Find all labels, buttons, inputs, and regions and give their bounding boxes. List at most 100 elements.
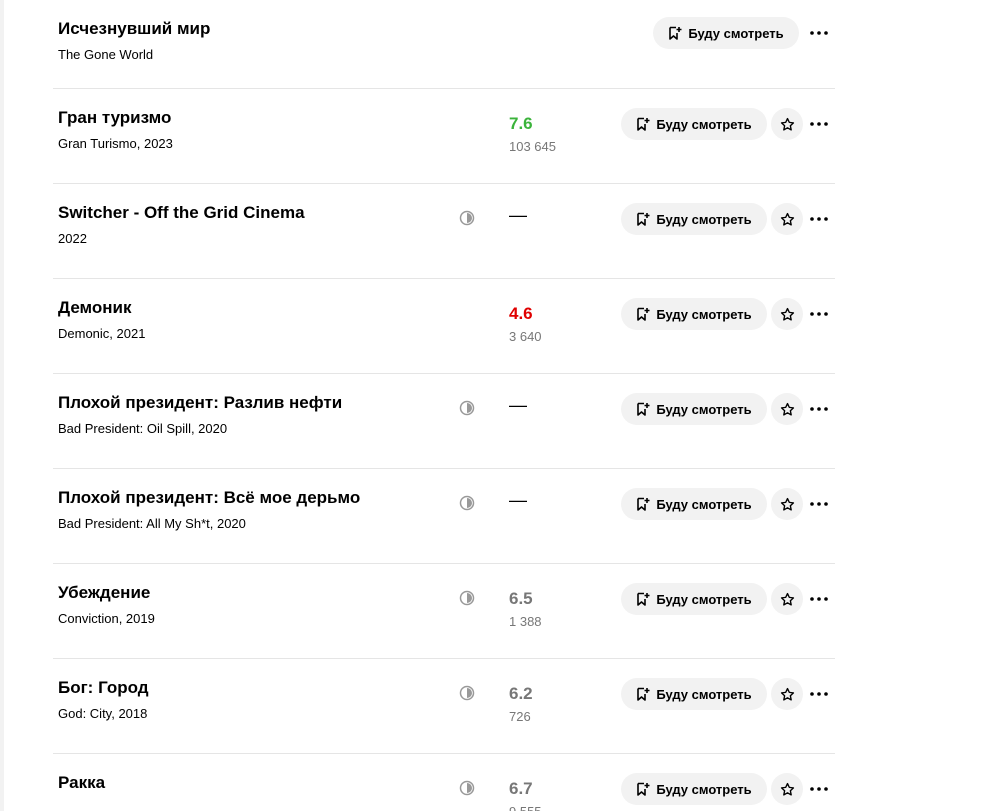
film-subtitle: Bad President: All My Sh*t, 2020 bbox=[58, 516, 246, 531]
rate-star-button[interactable] bbox=[771, 773, 803, 805]
film-row: Плохой президент: Всё мое дерьмо Bad Pre… bbox=[53, 469, 835, 564]
watch-later-label: Буду смотреть bbox=[656, 591, 752, 607]
film-rating: 7.6 bbox=[509, 114, 533, 133]
rate-star-button[interactable] bbox=[771, 678, 803, 710]
watch-later-button[interactable]: Буду смотреть bbox=[621, 203, 767, 235]
half-circle-icon bbox=[459, 400, 475, 416]
film-rating: — bbox=[509, 490, 527, 510]
bookmark-plus-icon bbox=[637, 307, 650, 321]
film-row: Убеждение Conviction, 2019 6.5 1 388 Буд… bbox=[53, 564, 835, 659]
rate-star-button[interactable] bbox=[771, 488, 803, 520]
film-subtitle: The Gone World bbox=[58, 47, 154, 62]
more-dots-icon bbox=[810, 407, 828, 411]
more-options-button[interactable] bbox=[808, 488, 830, 520]
more-dots-icon bbox=[810, 31, 828, 35]
film-rating: — bbox=[509, 395, 527, 415]
film-title[interactable]: Switcher - Off the Grid Cinema bbox=[58, 203, 305, 223]
half-circle-icon bbox=[459, 495, 475, 511]
watch-later-label: Буду смотреть bbox=[656, 781, 752, 797]
film-title[interactable]: Демоник bbox=[58, 298, 132, 318]
more-dots-icon bbox=[810, 597, 828, 601]
film-votes: 103 645 bbox=[509, 139, 556, 154]
film-rating: 6.2 bbox=[509, 684, 533, 703]
star-icon bbox=[780, 117, 794, 131]
page: Исчезнувший мир The Gone World Буду смот… bbox=[0, 0, 1007, 811]
more-dots-icon bbox=[810, 122, 828, 126]
more-options-button[interactable] bbox=[808, 298, 830, 330]
watch-later-button[interactable]: Буду смотреть bbox=[621, 108, 767, 140]
rate-star-button[interactable] bbox=[771, 203, 803, 235]
half-circle-icon bbox=[459, 590, 475, 606]
rate-star-button[interactable] bbox=[771, 583, 803, 615]
film-title[interactable]: Плохой президент: Разлив нефти bbox=[58, 393, 342, 413]
more-options-button[interactable] bbox=[808, 203, 830, 235]
bookmark-plus-icon bbox=[637, 212, 650, 226]
film-list: Исчезнувший мир The Gone World Буду смот… bbox=[53, 0, 835, 811]
more-options-button[interactable] bbox=[808, 108, 830, 140]
more-dots-icon bbox=[810, 502, 828, 506]
film-subtitle: Demonic, 2021 bbox=[58, 326, 146, 341]
film-row: Бог: Город God: City, 2018 6.2 726 Буду … bbox=[53, 659, 835, 754]
film-votes: 726 bbox=[509, 709, 531, 724]
film-row: Switcher - Off the Grid Cinema 2022 — Бу… bbox=[53, 184, 835, 279]
film-subtitle: Bad President: Oil Spill, 2020 bbox=[58, 421, 228, 436]
rate-star-button[interactable] bbox=[771, 298, 803, 330]
film-title[interactable]: Убеждение bbox=[58, 583, 150, 603]
watch-later-label: Буду смотреть bbox=[656, 496, 752, 512]
watch-later-label: Буду смотреть bbox=[656, 686, 752, 702]
watch-later-label: Буду смотреть bbox=[656, 116, 752, 132]
watch-later-button[interactable]: Буду смотреть bbox=[621, 773, 767, 805]
film-rating: 4.6 bbox=[509, 304, 533, 323]
left-edge bbox=[0, 0, 4, 811]
more-options-button[interactable] bbox=[808, 393, 830, 425]
film-rating: — bbox=[509, 205, 527, 225]
film-rating: 6.7 bbox=[509, 779, 533, 798]
watch-later-label: Буду смотреть bbox=[656, 211, 752, 227]
watch-later-button[interactable]: Буду смотреть bbox=[621, 393, 767, 425]
bookmark-plus-icon bbox=[669, 26, 682, 40]
watch-later-button[interactable]: Буду смотреть bbox=[621, 298, 767, 330]
half-circle-icon bbox=[459, 780, 475, 796]
watch-later-label: Буду смотреть bbox=[688, 25, 784, 41]
watch-later-button[interactable]: Буду смотреть bbox=[621, 678, 767, 710]
film-row: Плохой президент: Разлив нефти Bad Presi… bbox=[53, 374, 835, 469]
star-icon bbox=[780, 592, 794, 606]
film-rating: 6.5 bbox=[509, 589, 533, 608]
more-options-button[interactable] bbox=[808, 583, 830, 615]
bookmark-plus-icon bbox=[637, 592, 650, 606]
film-title[interactable]: Гран туризмо bbox=[58, 108, 171, 128]
watch-later-button[interactable]: Буду смотреть bbox=[653, 17, 799, 49]
film-row: Ракка 6.7 9 555 Буду смотреть bbox=[53, 754, 835, 811]
film-title[interactable]: Бог: Город bbox=[58, 678, 149, 698]
star-icon bbox=[780, 402, 794, 416]
film-row: Демоник Demonic, 2021 4.6 3 640 Буду смо… bbox=[53, 279, 835, 374]
more-dots-icon bbox=[810, 217, 828, 221]
film-title[interactable]: Ракка bbox=[58, 773, 105, 793]
film-row: Исчезнувший мир The Gone World Буду смот… bbox=[53, 0, 835, 89]
film-row: Гран туризмо Gran Turismo, 2023 7.6 103 … bbox=[53, 89, 835, 184]
more-options-button[interactable] bbox=[808, 678, 830, 710]
bookmark-plus-icon bbox=[637, 402, 650, 416]
half-circle-icon bbox=[459, 210, 475, 226]
bookmark-plus-icon bbox=[637, 687, 650, 701]
film-votes: 9 555 bbox=[509, 804, 542, 811]
more-options-button[interactable] bbox=[808, 17, 830, 49]
film-subtitle: Conviction, 2019 bbox=[58, 611, 155, 626]
film-title[interactable]: Плохой президент: Всё мое дерьмо bbox=[58, 488, 360, 508]
watch-later-button[interactable]: Буду смотреть bbox=[621, 583, 767, 615]
star-icon bbox=[780, 212, 794, 226]
rate-star-button[interactable] bbox=[771, 393, 803, 425]
bookmark-plus-icon bbox=[637, 782, 650, 796]
more-dots-icon bbox=[810, 692, 828, 696]
film-subtitle: Gran Turismo, 2023 bbox=[58, 136, 173, 151]
more-dots-icon bbox=[810, 787, 828, 791]
bookmark-plus-icon bbox=[637, 117, 650, 131]
film-title[interactable]: Исчезнувший мир bbox=[58, 19, 210, 39]
watch-later-button[interactable]: Буду смотреть bbox=[621, 488, 767, 520]
more-options-button[interactable] bbox=[808, 773, 830, 805]
rate-star-button[interactable] bbox=[771, 108, 803, 140]
star-icon bbox=[780, 497, 794, 511]
watch-later-label: Буду смотреть bbox=[656, 401, 752, 417]
more-dots-icon bbox=[810, 312, 828, 316]
film-subtitle: 2022 bbox=[58, 231, 87, 246]
